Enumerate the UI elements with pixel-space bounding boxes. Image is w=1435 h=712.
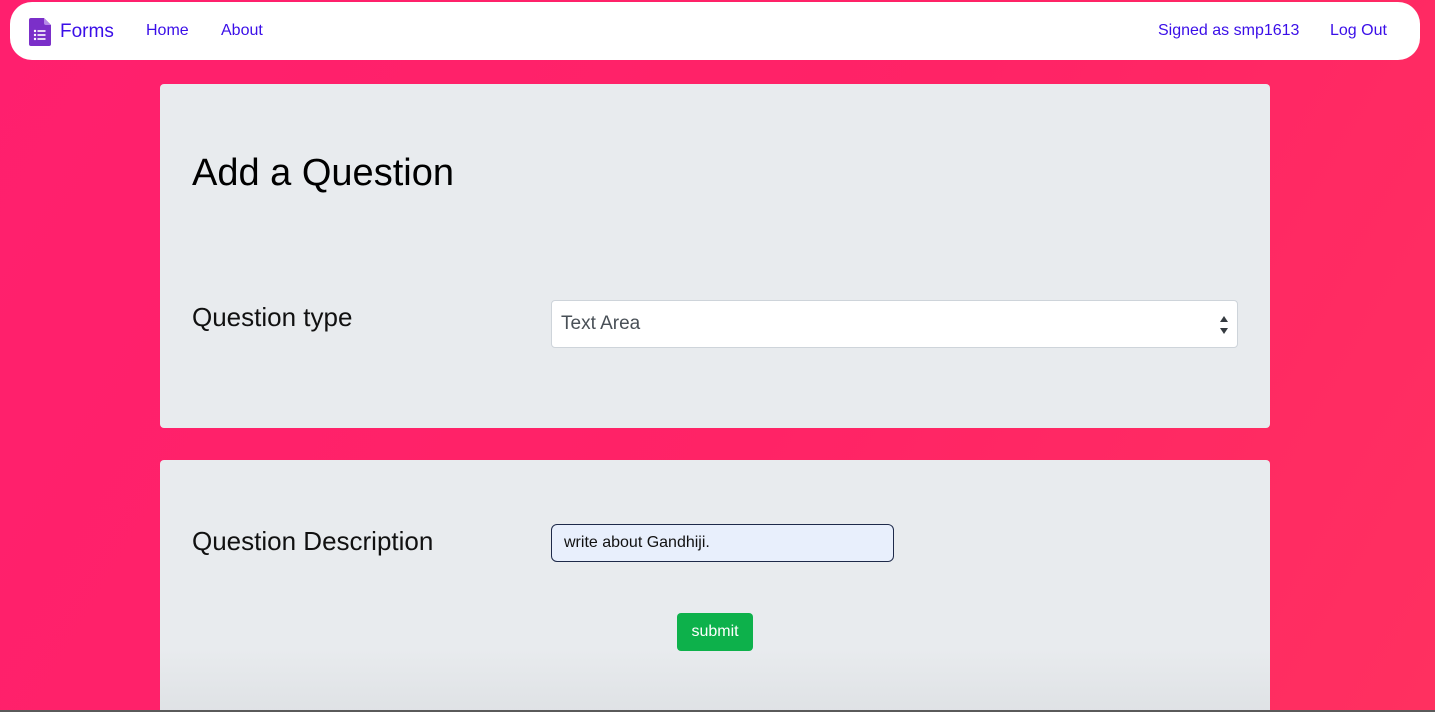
question-type-select[interactable]: Text Area [551, 300, 1238, 348]
logout-link[interactable]: Log Out [1330, 22, 1387, 40]
question-description-card: Question Description submit [160, 460, 1270, 712]
add-question-card: Add a Question Question type Text Area [160, 84, 1270, 428]
forms-logo-icon [29, 18, 51, 46]
nav-link-home[interactable]: Home [146, 22, 189, 40]
brand-name: Forms [60, 21, 114, 42]
nav-link-about[interactable]: About [221, 22, 263, 40]
page-title: Add a Question [192, 152, 454, 194]
question-description-input[interactable] [551, 524, 894, 562]
question-type-selected-value: Text Area [561, 313, 641, 334]
signed-in-user[interactable]: Signed as smp1613 [1158, 22, 1299, 40]
top-navbar: Forms Home About Signed as smp1613 Log O… [10, 2, 1420, 60]
submit-button[interactable]: submit [677, 613, 753, 651]
brand-link[interactable]: Forms [29, 18, 114, 46]
question-type-label: Question type [192, 302, 353, 332]
question-description-label: Question Description [192, 526, 434, 556]
up-down-arrows-icon [1219, 314, 1229, 336]
